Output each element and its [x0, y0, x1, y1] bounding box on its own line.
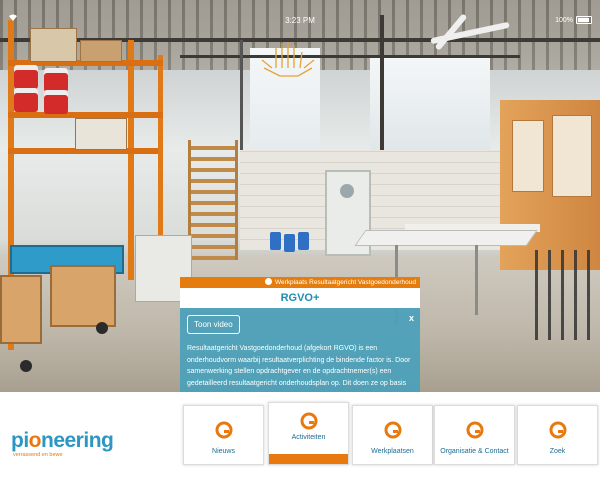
orange-ring-icon [384, 421, 402, 439]
breadcrumb-label: Werkplaats Resultaatgericht Vastgoedonde… [274, 279, 416, 286]
breadcrumb[interactable]: Werkplaats Resultaatgericht Vastgoedonde… [180, 277, 420, 288]
hand-logo-icon [261, 42, 315, 77]
blue-barrel [284, 234, 295, 252]
table-leg [475, 245, 478, 315]
nav-organisatie-contact[interactable]: Organisatie & Contact [434, 405, 515, 465]
roof-beam [380, 15, 384, 160]
orange-ring-icon [300, 412, 318, 430]
battery-percent: 100% [555, 16, 573, 24]
show-video-button[interactable]: Toon video [187, 315, 240, 334]
nav-werkplaatsen[interactable]: Werkplaatsen [352, 405, 433, 465]
battery-indicator: 100% [555, 16, 592, 24]
breadcrumb-icon [264, 278, 272, 285]
battery-icon [576, 16, 592, 24]
storage-box [30, 28, 77, 62]
status-time: 3:23 PM [285, 16, 315, 25]
nav-zoek[interactable]: Zoek [517, 405, 598, 465]
work-table [354, 230, 538, 246]
pioneering-logo[interactable]: pioneering verrassend en bewe [11, 429, 114, 458]
panel-description: Resultaatgericht Vastgoedonderhoud (afge… [187, 345, 411, 387]
rack-post [128, 40, 134, 280]
nav-activiteiten[interactable]: Activiteiten [268, 402, 349, 465]
paint-bucket [14, 65, 38, 89]
info-panel: Toon video x Resultaatgericht Vastgoedon… [180, 308, 420, 392]
nav-label: Nieuws [212, 448, 235, 455]
panel-title: RGVO+ [180, 288, 420, 308]
board [0, 275, 42, 344]
board [50, 265, 116, 327]
paint-bucket [44, 90, 68, 114]
paint-bucket [14, 88, 38, 112]
logo-wordmark: pioneering [11, 429, 114, 452]
metal-frame [535, 250, 600, 340]
nav-nieuws[interactable]: Nieuws [183, 405, 264, 465]
orange-ring-icon [549, 421, 567, 439]
skylight [370, 55, 490, 155]
nav-label: Activiteiten [291, 434, 326, 441]
roof-beam [180, 55, 520, 58]
nav-label: Organisatie & Contact [440, 448, 509, 455]
blue-barrel [298, 232, 309, 250]
wheel [20, 360, 32, 372]
storage-box [80, 40, 122, 62]
stair-rail [235, 140, 238, 260]
logo-tagline: verrassend en bewe [13, 452, 63, 458]
blue-barrel [270, 232, 281, 250]
roof-beam [240, 40, 243, 160]
wheel [96, 322, 108, 334]
nav-label: Werkplaatsen [371, 448, 414, 455]
rack-post [158, 55, 163, 255]
orange-ring-icon [215, 421, 233, 439]
staircase [188, 140, 236, 260]
storage-box [75, 118, 127, 150]
nav-label: Zoek [549, 448, 566, 455]
orange-ring-icon [466, 421, 484, 439]
close-button[interactable]: x [409, 313, 414, 323]
paint-bucket [44, 68, 68, 92]
